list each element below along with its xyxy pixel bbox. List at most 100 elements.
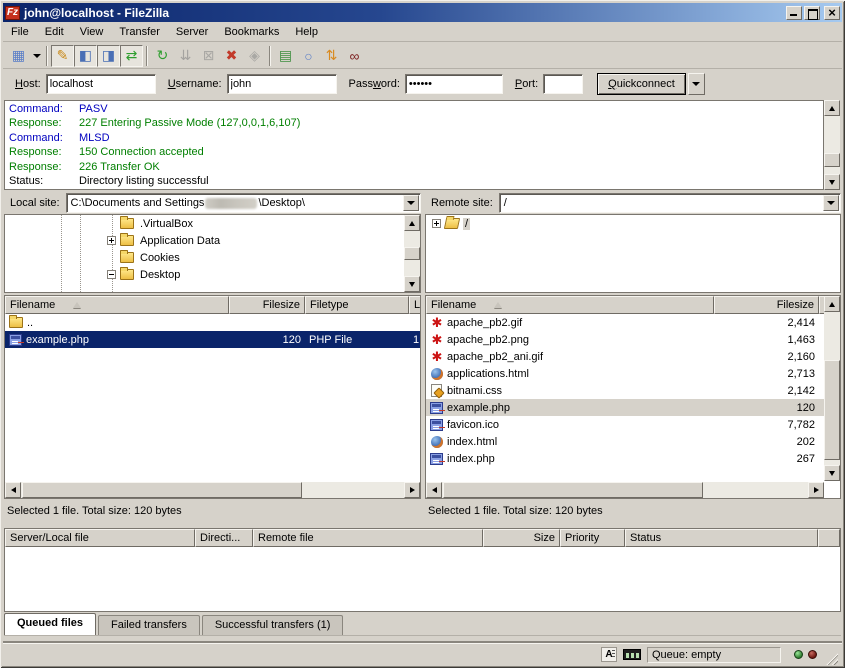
menu-bookmarks[interactable]: Bookmarks	[216, 24, 287, 40]
scrollbar-thumb[interactable]	[443, 482, 703, 498]
tree-item-label[interactable]: Desktop	[138, 269, 182, 281]
menu-view[interactable]: View	[72, 24, 112, 40]
queue-column-status[interactable]: Status	[625, 529, 818, 547]
menu-file[interactable]: File	[3, 24, 37, 40]
host-field[interactable]	[46, 74, 156, 94]
file-row[interactable]: index.html202	[426, 433, 824, 450]
folder-icon	[120, 269, 134, 280]
quickconnect-dropdown[interactable]	[688, 73, 705, 95]
directory-listing-filters-button[interactable]: ▤	[274, 45, 297, 67]
column-header-filesize[interactable]: Filesize	[229, 296, 305, 314]
tree-item-label[interactable]: .VirtualBox	[138, 218, 195, 230]
queue-column-directi[interactable]: Directi...	[195, 529, 253, 547]
queue-column-remotefile[interactable]: Remote file	[253, 529, 483, 547]
scrollbar-thumb[interactable]	[824, 153, 840, 167]
file-row[interactable]: index.php267	[426, 450, 824, 467]
expand-icon[interactable]	[432, 219, 441, 228]
tab-queued-files[interactable]: Queued files	[4, 613, 96, 635]
log-line-text: 226 Transfer OK	[79, 160, 823, 174]
port-field[interactable]	[543, 74, 583, 94]
local-tree-scrollbar[interactable]	[404, 215, 420, 292]
scrollbar-thumb[interactable]	[22, 482, 302, 498]
directory-comparison-button[interactable]: ○	[297, 45, 320, 67]
toggle-local-tree-button[interactable]: ◧	[74, 45, 97, 67]
tree-item-label[interactable]: /	[463, 218, 470, 230]
menu-edit[interactable]: Edit	[37, 24, 72, 40]
file-row[interactable]: apache_pb2.png1,463	[426, 331, 824, 348]
tab-failed-transfers[interactable]: Failed transfers	[98, 615, 200, 635]
filezilla-window: Fz john@localhost - FileZilla FileEditVi…	[0, 0, 845, 668]
toggle-remote-tree-icon: ◨	[102, 47, 115, 64]
file-row[interactable]: bitnami.css2,142	[426, 382, 824, 399]
log-line-label: Command:	[5, 131, 79, 145]
queue-body	[5, 548, 840, 612]
username-field[interactable]	[227, 74, 337, 94]
expand-icon[interactable]	[107, 236, 116, 245]
menu-server[interactable]: Server	[168, 24, 216, 40]
queue-column-serverlocalfile[interactable]: Server/Local file	[5, 529, 195, 547]
file-row[interactable]: example.php120	[426, 399, 824, 416]
local-list-hscrollbar[interactable]	[5, 482, 420, 498]
queue-column-size[interactable]: Size	[483, 529, 560, 547]
tree-item-label[interactable]: Cookies	[138, 252, 182, 264]
remote-list-vscrollbar[interactable]	[824, 296, 840, 481]
scrollbar-thumb[interactable]	[404, 247, 420, 260]
tree-item-label[interactable]: Application Data	[138, 235, 222, 247]
reconnect-button: ◈	[243, 45, 266, 67]
message-log-scrollbar[interactable]	[824, 100, 840, 190]
synchronized-browsing-button[interactable]: ⇅	[320, 45, 343, 67]
tree-item[interactable]: /	[426, 215, 840, 232]
find-files-button[interactable]: ∞	[343, 45, 366, 67]
tree-item[interactable]: .VirtualBox	[5, 215, 420, 232]
menu-bar: FileEditViewTransferServerBookmarksHelp	[3, 23, 842, 42]
toolbar-separator	[146, 46, 148, 66]
scrollbar-thumb[interactable]	[824, 360, 840, 460]
menu-help[interactable]: Help	[287, 24, 326, 40]
minimize-button[interactable]	[786, 6, 802, 20]
file-row[interactable]: example.php120PHP File1	[5, 331, 420, 348]
remote-site-dropdown[interactable]	[823, 195, 839, 211]
remote-site-combo[interactable]: /	[499, 193, 841, 213]
status-bar: A Queue: empty	[3, 643, 842, 665]
remote-site-label: Remote site:	[425, 197, 499, 209]
collapse-icon[interactable]	[107, 270, 116, 279]
tab-successful-transfers-[interactable]: Successful transfers (1)	[202, 615, 344, 635]
toggle-remote-tree-button[interactable]: ◨	[97, 45, 120, 67]
scroll-up-icon	[829, 302, 835, 307]
html-icon	[431, 436, 443, 448]
tree-item[interactable]: Application Data	[5, 232, 420, 249]
file-row[interactable]: ..	[5, 314, 420, 331]
disconnect-button[interactable]: ✖	[220, 45, 243, 67]
filename-text: applications.html	[447, 368, 529, 380]
local-site-dropdown[interactable]	[403, 195, 419, 211]
file-row[interactable]: apache_pb2_ani.gif2,160	[426, 348, 824, 365]
file-row[interactable]: applications.html2,713	[426, 365, 824, 382]
column-header-filename[interactable]: Filename	[426, 296, 714, 314]
site-manager-button[interactable]: ▦	[7, 45, 30, 67]
maximize-button[interactable]	[804, 6, 820, 20]
column-header-filesize[interactable]: Filesize	[714, 296, 819, 314]
resize-grip[interactable]	[825, 652, 838, 665]
file-row[interactable]: favicon.ico7,782	[426, 416, 824, 433]
queue-column-priority[interactable]: Priority	[560, 529, 625, 547]
site-manager-dropdown[interactable]	[30, 45, 43, 67]
tree-item[interactable]: Desktop	[5, 266, 420, 283]
file-row[interactable]: apache_pb2.gif2,414	[426, 314, 824, 331]
menu-transfer[interactable]: Transfer	[111, 24, 168, 40]
remote-list-hscrollbar[interactable]	[426, 482, 824, 498]
toggle-transfer-queue-button[interactable]: ⇄	[120, 45, 143, 67]
site-manager-icon: ▦	[12, 47, 25, 64]
column-header-filename[interactable]: Filename	[5, 296, 229, 314]
remote-file-list: FilenameFilesize apache_pb2.gif2,414apac…	[425, 295, 841, 499]
tree-item[interactable]: Cookies	[5, 249, 420, 266]
column-header-l[interactable]: L	[409, 296, 421, 314]
close-button[interactable]	[824, 6, 840, 20]
column-header-filetype[interactable]: Filetype	[305, 296, 409, 314]
password-field[interactable]	[405, 74, 503, 94]
local-site-combo[interactable]: C:\Documents and Settings\Desktop\	[66, 193, 421, 213]
refresh-button[interactable]: ↻	[151, 45, 174, 67]
log-line-label: Response:	[5, 160, 79, 174]
toggle-message-log-button[interactable]: ✎	[51, 45, 74, 67]
quickconnect-button[interactable]: Quickconnect	[597, 73, 686, 95]
file-cell	[409, 314, 420, 331]
